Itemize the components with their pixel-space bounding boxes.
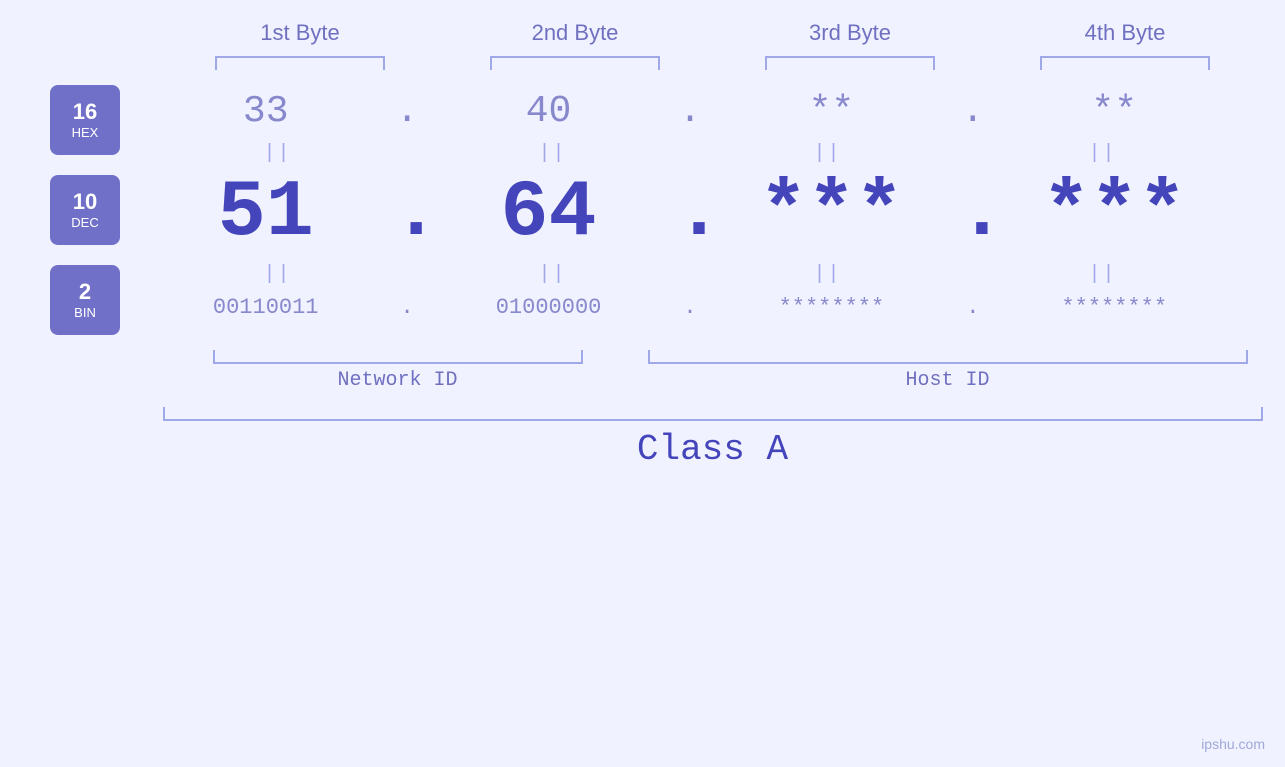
bin-b1-group: 00110011 [141,295,391,320]
dec-sep2: . [675,174,705,254]
main-container: 1st Byte 2nd Byte 3rd Byte 4th Byte 16 H… [0,0,1285,767]
equals-row-1: || || || || [140,138,1240,169]
rows-area: 33 . 40 . ** . ** || || || || [140,75,1285,345]
hex-row: 33 . 40 . ** . ** [140,75,1240,138]
class-label: Class A [163,429,1263,470]
bracket-top-3 [740,56,960,70]
dec-b3: *** [759,174,903,254]
eq3: || [718,142,938,165]
host-id-bracket [648,350,1248,364]
hex-b3: ** [809,90,855,133]
byte4-header: 4th Byte [1015,20,1235,46]
bottom-section: Network ID Host ID Class A [163,350,1263,470]
eq5: || [168,263,388,286]
bin-badge-label: BIN [74,305,96,320]
hex-b4: ** [1091,90,1137,133]
bracket-top-2 [465,56,685,70]
footer: ipshu.com [1201,736,1265,752]
dec-sep1: . [392,174,422,254]
bin-b4: ******** [1061,295,1167,320]
bracket-top-4 [1015,56,1235,70]
class-bracket-row [163,407,1263,421]
dec-row: 51 . 64 . *** . *** [140,169,1240,259]
bin-badge-number: 2 [79,280,91,304]
hex-sep1: . [392,90,422,133]
dec-badge-number: 10 [73,190,97,214]
bottom-brackets-row [163,350,1263,364]
bin-b3: ******** [779,295,885,320]
eq7: || [718,263,938,286]
bin-b3-group: ******** [706,295,956,320]
id-labels-row: Network ID Host ID [163,369,1263,392]
eq1: || [168,142,388,165]
bin-b1: 00110011 [213,295,319,320]
dec-b4-group: *** [989,174,1239,254]
hex-sep3: . [958,90,988,133]
bracket-top-1 [190,56,410,70]
hex-badge-number: 16 [73,100,97,124]
equals-row-2: || || || || [140,259,1240,290]
dec-badge-label: DEC [71,215,98,230]
hex-b2-group: 40 [424,90,674,133]
eq4: || [993,142,1213,165]
class-bracket [163,407,1263,421]
hex-b3-group: ** [706,90,956,133]
eq2: || [443,142,663,165]
dec-b3-group: *** [706,174,956,254]
dec-badge: 10 DEC [50,175,120,245]
bin-sep3: . [958,295,988,320]
network-id-label: Network ID [163,369,633,392]
hex-b2: 40 [526,90,572,133]
hex-b4-group: ** [989,90,1239,133]
bin-sep2: . [675,295,705,320]
byte-headers: 1st Byte 2nd Byte 3rd Byte 4th Byte [163,20,1263,46]
host-id-bracket-cell [633,350,1263,364]
dec-b2-group: 64 [424,174,674,254]
bin-sep1: . [392,295,422,320]
footer-text: ipshu.com [1201,736,1265,752]
hex-badge-label: HEX [72,125,99,140]
hex-b1-group: 33 [141,90,391,133]
bin-b2: 01000000 [496,295,602,320]
hex-b1: 33 [243,90,289,133]
content-area: 16 HEX 10 DEC 2 BIN 33 . 40 [0,75,1285,345]
dec-b2: 64 [501,174,597,254]
hex-badge: 16 HEX [50,85,120,155]
network-id-bracket [213,350,583,364]
byte1-header: 1st Byte [190,20,410,46]
dec-b1: 51 [218,174,314,254]
byte2-header: 2nd Byte [465,20,685,46]
top-brackets [163,56,1263,70]
dec-b4: *** [1042,174,1186,254]
bin-b4-group: ******** [989,295,1239,320]
badges-column: 16 HEX 10 DEC 2 BIN [0,75,140,345]
byte3-header: 3rd Byte [740,20,960,46]
bin-row: 00110011 . 01000000 . ******** . *******… [140,290,1240,330]
network-id-bracket-cell [163,350,633,364]
bin-badge: 2 BIN [50,265,120,335]
dec-sep3: . [958,174,988,254]
host-id-label: Host ID [633,369,1263,392]
eq8: || [993,263,1213,286]
eq6: || [443,263,663,286]
dec-b1-group: 51 [141,174,391,254]
bin-b2-group: 01000000 [424,295,674,320]
hex-sep2: . [675,90,705,133]
